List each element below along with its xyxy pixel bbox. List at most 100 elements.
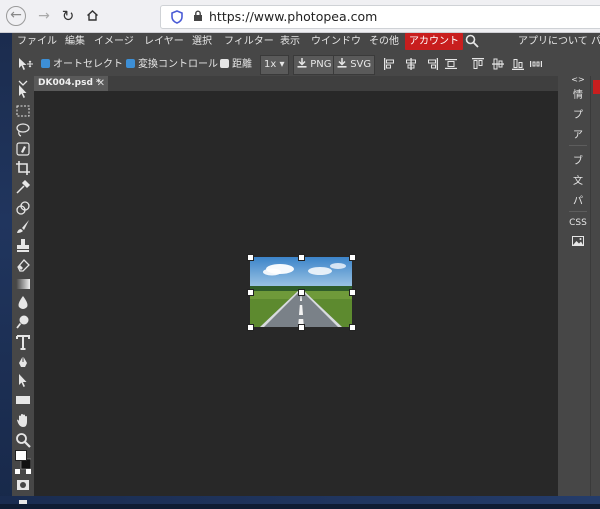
- panel-character[interactable]: 文: [567, 172, 589, 187]
- collapse-arrows-icon[interactable]: [15, 73, 31, 86]
- align-right-icon[interactable]: [426, 58, 438, 70]
- blur-tool-icon[interactable]: [15, 295, 31, 311]
- menu-select[interactable]: 選択: [192, 33, 212, 50]
- align-left-icon[interactable]: [384, 58, 396, 70]
- canvas-area[interactable]: [34, 91, 558, 496]
- menu-layer[interactable]: レイヤー: [144, 33, 184, 50]
- checkbox-checked-icon[interactable]: [41, 59, 50, 68]
- align-middle-icon[interactable]: [492, 58, 504, 70]
- checkbox-unchecked-icon[interactable]: [220, 59, 229, 68]
- rectangle-tool-icon[interactable]: [15, 392, 31, 408]
- options-bar: オートセレクト 変換コントロール 距離 1x ▾ PNG SVG: [12, 53, 600, 76]
- zoom-tool-icon[interactable]: [15, 432, 31, 448]
- screen-mode-icon[interactable]: [15, 490, 31, 504]
- gradient-tool-icon[interactable]: [15, 276, 31, 292]
- menu-filter[interactable]: フィルター: [224, 33, 274, 50]
- autoselect-checkbox[interactable]: オートセレクト: [41, 57, 123, 72]
- document-tab-label: DK004.psd *: [38, 78, 101, 88]
- quick-selection-tool-icon[interactable]: [15, 141, 31, 157]
- transform-handle-top[interactable]: [298, 254, 305, 261]
- lock-icon[interactable]: [193, 10, 203, 25]
- crop-tool-icon[interactable]: [15, 160, 31, 176]
- tools-panel: [12, 73, 34, 504]
- url-text[interactable]: https://www.photopea.com: [209, 9, 377, 24]
- checkbox-checked-icon[interactable]: [126, 59, 135, 68]
- panel-info[interactable]: 情: [567, 86, 589, 101]
- png-label: PNG: [310, 59, 332, 70]
- panel-paragraph[interactable]: パ: [567, 192, 589, 207]
- home-icon[interactable]: [82, 6, 102, 26]
- autoselect-label: オートセレクト: [53, 59, 123, 70]
- transform-handle-center[interactable]: [298, 289, 305, 296]
- menu-view[interactable]: 表示: [280, 33, 300, 50]
- export-png-button[interactable]: PNG: [293, 55, 336, 75]
- panel-adjust[interactable]: ア: [567, 126, 589, 141]
- export-svg-button[interactable]: SVG: [333, 55, 376, 75]
- path-selection-tool-icon[interactable]: [15, 373, 31, 389]
- align-bottom-icon[interactable]: [512, 58, 524, 70]
- document-tab[interactable]: DK004.psd * ✕: [34, 76, 108, 91]
- distribute-vertical-icon[interactable]: [530, 58, 542, 70]
- menu-window[interactable]: ウインドウ: [311, 33, 361, 50]
- pen-tool-icon[interactable]: [15, 354, 31, 370]
- account-button[interactable]: アカウント: [405, 33, 463, 50]
- align-top-icon[interactable]: [472, 58, 484, 70]
- forward-arrow-icon[interactable]: →: [34, 6, 54, 26]
- image-icon[interactable]: [567, 236, 589, 249]
- panel-swatch[interactable]: [593, 80, 600, 94]
- transform-handle-bottom-right[interactable]: [349, 324, 356, 331]
- distance-checkbox[interactable]: 距離: [220, 57, 252, 72]
- menu-extra[interactable]: パ: [591, 33, 600, 50]
- search-icon[interactable]: [465, 34, 479, 48]
- brush-tool-icon[interactable]: [15, 219, 31, 235]
- type-tool-icon[interactable]: [15, 334, 31, 350]
- quick-mask-icon[interactable]: [15, 476, 31, 490]
- transform-handle-bottom-left[interactable]: [247, 324, 254, 331]
- align-center-icon[interactable]: [405, 58, 417, 70]
- menu-about[interactable]: アプリについて: [518, 33, 588, 50]
- transform-controls-label: 変換コントロール: [138, 59, 218, 70]
- panel-css[interactable]: CSS: [567, 218, 589, 228]
- menu-edit[interactable]: 編集: [65, 33, 85, 50]
- document-tab-bar: DK004.psd * ✕: [34, 76, 558, 91]
- healing-brush-tool-icon[interactable]: [15, 200, 31, 216]
- transform-handle-bottom[interactable]: [298, 324, 305, 331]
- tracking-shield-icon[interactable]: [171, 10, 183, 24]
- distribute-horizontal-icon[interactable]: [445, 58, 457, 70]
- panel-separator: [569, 145, 587, 146]
- desktop-background-left: [0, 32, 12, 504]
- move-tool-icon[interactable]: [17, 57, 33, 72]
- menu-more[interactable]: その他: [369, 33, 399, 50]
- panel-properties[interactable]: プ: [567, 106, 589, 121]
- transform-handle-top-right[interactable]: [349, 254, 356, 261]
- right-panel-icons: <> 情 プ ア ブ 文 パ CSS: [567, 76, 587, 496]
- desktop-background-bottom: [0, 496, 600, 504]
- zoom-select[interactable]: 1x ▾: [260, 55, 289, 75]
- close-icon[interactable]: ✕: [97, 76, 105, 91]
- distance-label: 距離: [232, 59, 252, 70]
- dodge-tool-icon[interactable]: [15, 314, 31, 330]
- menu-image[interactable]: イメージ: [94, 33, 134, 50]
- transform-controls-checkbox[interactable]: 変換コントロール: [126, 57, 218, 72]
- zoom-value: 1x: [264, 59, 277, 70]
- transform-handle-top-left[interactable]: [247, 254, 254, 261]
- transform-handle-right[interactable]: [349, 289, 356, 296]
- menu-bar: ファイル 編集 イメージ レイヤー 選択 フィルター 表示 ウインドウ その他 …: [12, 33, 600, 50]
- lasso-tool-icon[interactable]: [15, 122, 31, 138]
- marquee-tool-icon[interactable]: [15, 103, 31, 119]
- clone-stamp-tool-icon[interactable]: [15, 238, 31, 254]
- color-swatches[interactable]: [15, 450, 32, 474]
- download-icon: [337, 58, 347, 68]
- hand-tool-icon[interactable]: [15, 412, 31, 428]
- panel-collapse-toggle[interactable]: <>: [567, 76, 589, 84]
- eyedropper-tool-icon[interactable]: [15, 179, 31, 195]
- move-tool-icon[interactable]: [15, 84, 31, 100]
- dropdown-arrow-icon: ▾: [279, 59, 285, 70]
- eraser-tool-icon[interactable]: [15, 257, 31, 273]
- reload-icon[interactable]: ↻: [58, 6, 78, 26]
- transform-handle-left[interactable]: [247, 289, 254, 296]
- panel-brush[interactable]: ブ: [567, 152, 589, 167]
- address-bar[interactable]: https://www.photopea.com: [160, 5, 600, 29]
- back-arrow-icon[interactable]: ←: [6, 6, 26, 26]
- menu-file[interactable]: ファイル: [17, 33, 57, 50]
